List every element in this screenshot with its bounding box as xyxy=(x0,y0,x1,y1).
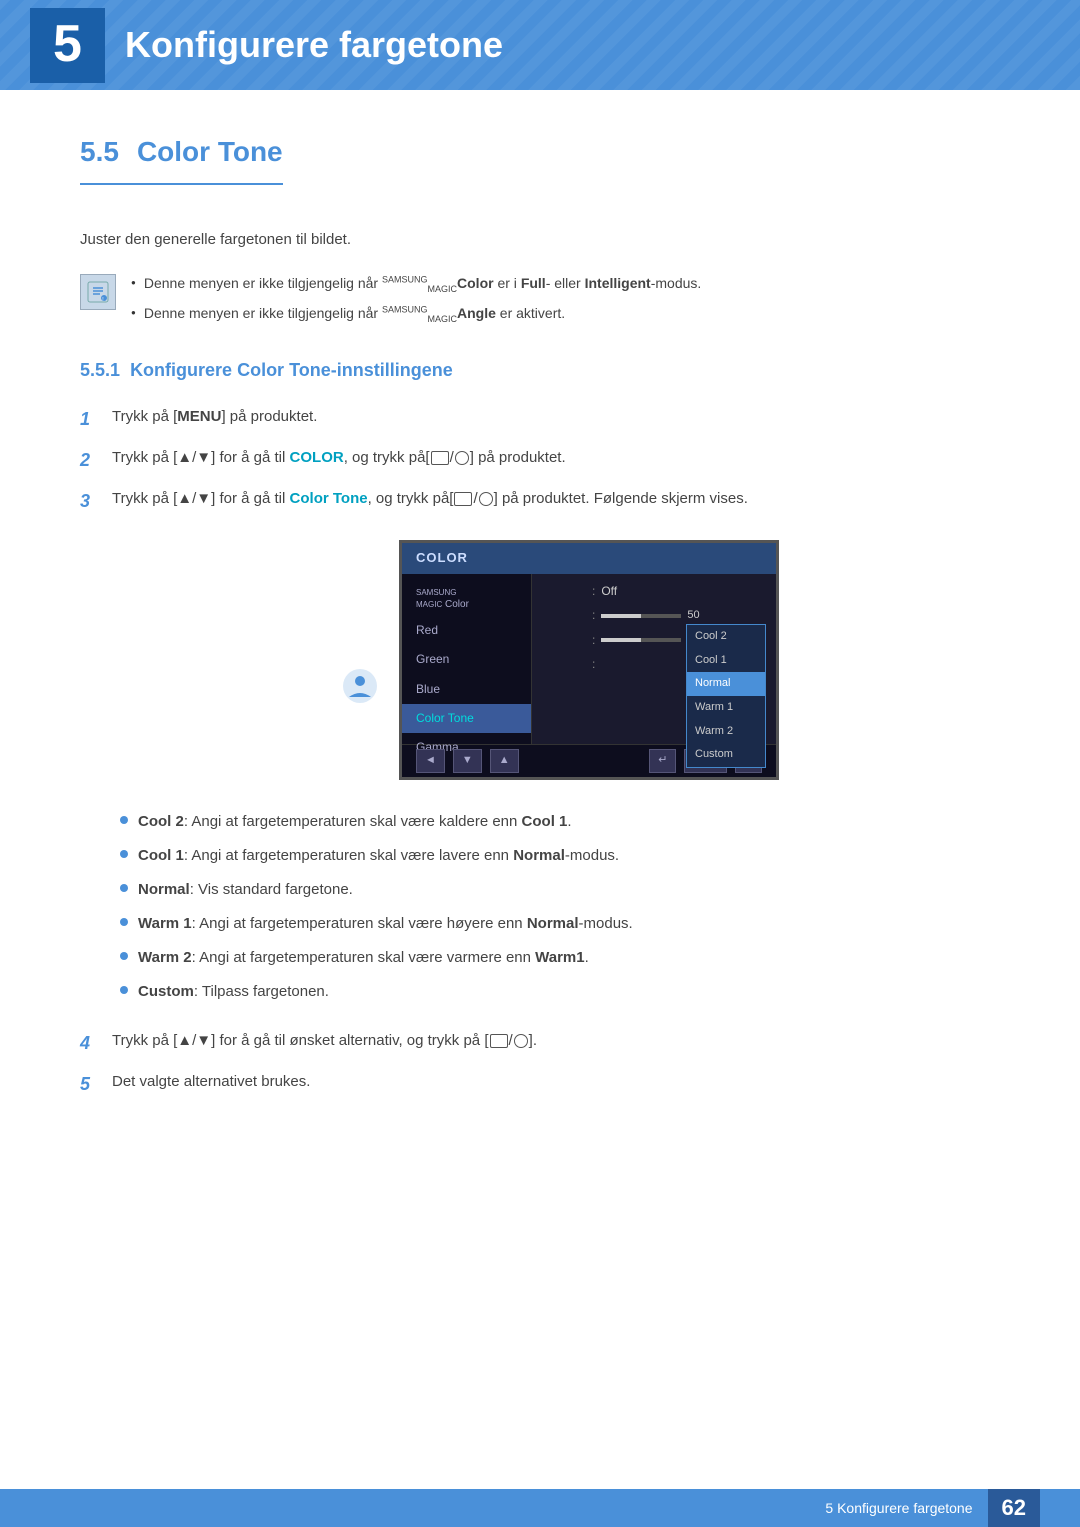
option-custom-text: Custom: Tilpass fargetonen. xyxy=(138,980,329,1004)
monitor-row-color: : Off xyxy=(542,582,766,601)
chapter-title: Konfigurere fargetone xyxy=(125,16,503,74)
note-lines: ● Denne menyen er ikke tilgjengelig når … xyxy=(131,272,701,326)
bullet-circle-4 xyxy=(120,918,128,926)
monitor-title-bar: COLOR xyxy=(402,543,776,574)
subsection-title: Konfigurere Color Tone-innstillingene xyxy=(130,360,453,380)
option-cool1: Cool 1: Angi at fargetemperaturen skal v… xyxy=(120,844,1000,868)
note-line-1: ● Denne menyen er ikke tilgjengelig når … xyxy=(131,272,701,296)
menu-item-red: Red xyxy=(402,616,531,645)
main-content: 5.5 Color Tone Juster den generelle farge… xyxy=(0,90,1080,1190)
option-custom: Custom: Tilpass fargetonen. xyxy=(120,980,1000,1004)
option-normal-text: Normal: Vis standard fargetone. xyxy=(138,878,353,902)
step-num-5: 5 xyxy=(80,1070,100,1099)
option-warm2-text: Warm 2: Angi at fargetemperaturen skal v… xyxy=(138,946,589,970)
steps-list: 1 Trykk på [MENU] på produktet. 2 Trykk … xyxy=(80,405,1000,515)
intro-text: Juster den generelle fargetonen til bild… xyxy=(80,228,1000,252)
option-warm1: Warm 1: Angi at fargetemperaturen skal v… xyxy=(120,912,1000,936)
bullet-circle-5 xyxy=(120,952,128,960)
top-banner: 5 Konfigurere fargetone xyxy=(0,0,1080,90)
step-num-4: 4 xyxy=(80,1029,100,1058)
menu-item-green: Green xyxy=(402,645,531,674)
option-cool2-text: Cool 2: Angi at fargetemperaturen skal v… xyxy=(138,810,572,834)
bullet-circle xyxy=(120,816,128,824)
options-list: Cool 2: Angi at fargetemperaturen skal v… xyxy=(120,810,1000,1004)
step-text-4: Trykk på [▲/▼] for å gå til ønsket alter… xyxy=(112,1029,537,1053)
green-slider: 50 xyxy=(601,631,699,649)
bullet-circle-3 xyxy=(120,884,128,892)
step-2: 2 Trykk på [▲/▼] for å gå til COLOR, og … xyxy=(80,446,1000,475)
section-number: 5.5 xyxy=(80,136,119,167)
step-text-2: Trykk på [▲/▼] for å gå til COLOR, og tr… xyxy=(112,446,566,470)
bottom-btn-left[interactable]: ◄ xyxy=(416,749,445,773)
dropdown-warm2[interactable]: Warm 2 xyxy=(687,720,765,744)
subsection-num: 5.5.1 xyxy=(80,360,120,380)
step-1: 1 Trykk på [MENU] på produktet. xyxy=(80,405,1000,434)
bullet-circle-6 xyxy=(120,986,128,994)
section-title: Color Tone xyxy=(137,136,283,167)
bullet-dot: ● xyxy=(131,277,136,290)
chapter-number: 5 xyxy=(30,8,105,83)
option-warm1-text: Warm 1: Angi at fargetemperaturen skal v… xyxy=(138,912,633,936)
step-text-3: Trykk på [▲/▼] for å gå til Color Tone, … xyxy=(112,487,748,511)
menu-item-samsung-color: SAMSUNG MAGIC Color xyxy=(402,582,531,616)
footer-chapter-text: 5 Konfigurere fargetone xyxy=(825,1497,972,1519)
note-line-2: ● Denne menyen er ikke tilgjengelig når … xyxy=(131,302,701,326)
monitor-menu: SAMSUNG MAGIC Color Red Green Blue Color… xyxy=(402,574,532,744)
note-box: ! ● Denne menyen er ikke tilgjengelig nå… xyxy=(80,272,1000,326)
bottom-btn-up[interactable]: ▲ xyxy=(490,749,519,773)
subsection-heading: 5.5.1 Konfigurere Color Tone-innstilling… xyxy=(80,356,1000,385)
dropdown-warm1[interactable]: Warm 1 xyxy=(687,696,765,720)
step-4: 4 Trykk på [▲/▼] for å gå til ønsket alt… xyxy=(80,1029,1000,1058)
dropdown-cool1[interactable]: Cool 1 xyxy=(687,649,765,673)
menu-item-blue: Blue xyxy=(402,675,531,704)
note-icon: ! xyxy=(80,274,116,310)
bullet-circle-2 xyxy=(120,850,128,858)
bullet-dot-2: ● xyxy=(131,307,136,320)
option-cool2: Cool 2: Angi at fargetemperaturen skal v… xyxy=(120,810,1000,834)
monitor-row-red: : 50 xyxy=(542,606,766,625)
dropdown-custom[interactable]: Custom xyxy=(687,743,765,767)
monitor-container: COLOR SAMSUNG MAGIC Color Red Green Blue… xyxy=(120,540,1000,779)
step-num-1: 1 xyxy=(80,405,100,434)
step-num-2: 2 xyxy=(80,446,100,475)
menu-item-color-tone: Color Tone xyxy=(402,704,531,733)
color-value: Off xyxy=(601,582,617,601)
step-text-1: Trykk på [MENU] på produktet. xyxy=(112,405,317,429)
option-warm2: Warm 2: Angi at fargetemperaturen skal v… xyxy=(120,946,1000,970)
step-text-5: Det valgte alternativet brukes. xyxy=(112,1070,310,1094)
monitor-screen: COLOR SAMSUNG MAGIC Color Red Green Blue… xyxy=(399,540,779,779)
red-slider: 50 xyxy=(601,607,699,625)
section-heading: 5.5 Color Tone xyxy=(80,130,283,185)
step-3: 3 Trykk på [▲/▼] for å gå til Color Tone… xyxy=(80,487,1000,516)
bottom-btn-enter[interactable]: ↵ xyxy=(649,749,676,773)
bottom-btn-down[interactable]: ▼ xyxy=(453,749,482,773)
footer-page-number: 62 xyxy=(988,1489,1040,1527)
dropdown-normal[interactable]: Normal xyxy=(687,672,765,696)
step-num-3: 3 xyxy=(80,487,100,516)
note-line-1-text: Denne menyen er ikke tilgjengelig når SA… xyxy=(144,272,701,296)
svg-text:!: ! xyxy=(102,297,103,303)
option-cool1-text: Cool 1: Angi at fargetemperaturen skal v… xyxy=(138,844,619,868)
monitor-icon xyxy=(341,667,379,713)
footer: 5 Konfigurere fargetone 62 xyxy=(0,1489,1080,1527)
color-tone-dropdown: Cool 2 Cool 1 Normal Warm 1 Warm 2 Custo… xyxy=(686,624,766,768)
note-line-2-text: Denne menyen er ikke tilgjengelig når SA… xyxy=(144,302,565,326)
step-5: 5 Det valgte alternativet brukes. xyxy=(80,1070,1000,1099)
option-normal: Normal: Vis standard fargetone. xyxy=(120,878,1000,902)
dropdown-cool2[interactable]: Cool 2 xyxy=(687,625,765,649)
monitor-right: : Off : 50 xyxy=(532,574,776,744)
monitor-body: SAMSUNG MAGIC Color Red Green Blue Color… xyxy=(402,574,776,744)
